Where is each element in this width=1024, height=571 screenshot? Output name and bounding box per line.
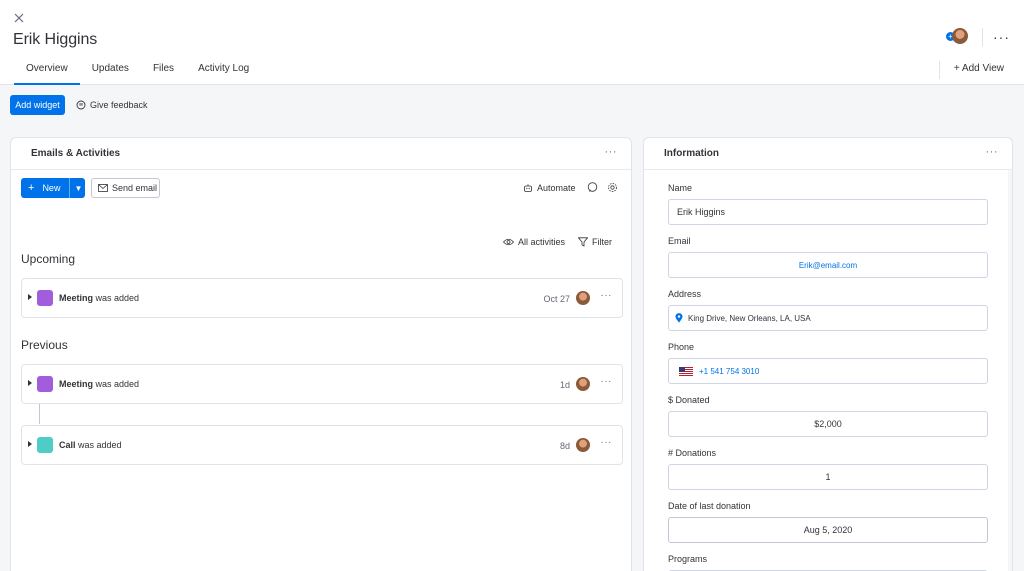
widget-more-button[interactable]: ··· xyxy=(986,146,999,158)
add-widget-button[interactable]: Add widget xyxy=(10,95,65,115)
donated-input[interactable]: $2,000 xyxy=(668,411,988,437)
mail-icon xyxy=(98,184,108,192)
programs-field: Programs xyxy=(668,554,988,571)
field-label: Name xyxy=(668,183,693,193)
calendar-icon xyxy=(37,290,53,306)
expand-caret-icon[interactable] xyxy=(28,441,32,447)
phone-input[interactable]: +1 541 754 3010 xyxy=(668,358,988,384)
tab-files[interactable]: Files xyxy=(141,56,186,85)
plus-icon: + xyxy=(28,182,35,194)
filter-label: Filter xyxy=(592,237,612,247)
tab-updates[interactable]: Updates xyxy=(80,56,141,85)
more-options-button[interactable]: ··· xyxy=(993,29,1010,45)
field-label: Address xyxy=(668,289,702,299)
give-feedback-label: Give feedback xyxy=(90,100,148,110)
gear-icon[interactable] xyxy=(607,182,618,193)
activity-more-button[interactable]: ··· xyxy=(601,437,613,448)
filter-icon xyxy=(578,237,588,247)
activity-date: 8d xyxy=(559,441,570,451)
location-pin-icon xyxy=(675,313,683,323)
subscribers-avatar[interactable]: + xyxy=(946,28,968,46)
activity-date: Oct 27 xyxy=(543,294,570,304)
chevron-down-icon[interactable]: ▼ xyxy=(74,184,82,193)
new-activity-button[interactable]: + New ▼ xyxy=(21,178,85,198)
information-widget: Information ··· Name Erik Higgins Email … xyxy=(643,137,1013,571)
item-header: Erik Higgins Overview Updates Files Acti… xyxy=(0,0,1024,85)
activity-card[interactable]: Meeting was added Oct 27 ··· xyxy=(21,278,623,318)
feedback-icon xyxy=(76,100,86,110)
chat-icon[interactable] xyxy=(587,182,598,193)
filter-button[interactable]: Filter xyxy=(578,237,612,247)
donations-count-field: # Donations 1 xyxy=(668,448,988,490)
activity-date: 1d xyxy=(559,380,570,390)
send-email-label: Send email xyxy=(112,183,158,193)
activity-more-button[interactable]: ··· xyxy=(601,290,613,301)
field-label: # Donations xyxy=(668,448,717,458)
activity-label: Call was added xyxy=(59,440,122,450)
last-donation-field: Date of last donation Aug 5, 2020 xyxy=(668,501,988,543)
address-field: Address King Drive, New Orleans, LA, USA xyxy=(668,289,988,331)
thread-connector xyxy=(39,404,40,424)
activity-card[interactable]: Meeting was added 1d ··· xyxy=(21,364,623,404)
field-label: Programs xyxy=(668,554,708,564)
widget-header: Information ··· xyxy=(644,138,1012,170)
activity-label: Meeting was added xyxy=(59,379,140,389)
field-label: $ Donated xyxy=(668,395,710,405)
email-field: Email Erik@email.com xyxy=(668,236,988,278)
last-donation-date-input[interactable]: Aug 5, 2020 xyxy=(668,517,988,543)
activity-label: Meeting was added xyxy=(59,293,140,303)
add-view-button[interactable]: + Add View xyxy=(954,63,1004,74)
calendar-icon xyxy=(37,376,53,392)
widget-title: Information xyxy=(664,148,719,159)
avatar xyxy=(952,28,968,44)
widget-more-button[interactable]: ··· xyxy=(605,146,618,158)
give-feedback-button[interactable]: Give feedback xyxy=(76,100,148,110)
name-field: Name Erik Higgins xyxy=(668,183,988,225)
automate-label: Automate xyxy=(537,183,576,193)
expand-caret-icon[interactable] xyxy=(28,380,32,386)
divider xyxy=(939,61,940,79)
tab-activity-log[interactable]: Activity Log xyxy=(186,56,261,85)
previous-heading: Previous xyxy=(21,338,68,352)
scrollbar[interactable] xyxy=(1008,170,1012,571)
field-label: Date of last donation xyxy=(668,501,751,511)
divider xyxy=(69,178,71,198)
donated-field: $ Donated $2,000 xyxy=(668,395,988,437)
widget-header: Emails & Activities ··· xyxy=(11,138,631,170)
donations-count-input[interactable]: 1 xyxy=(668,464,988,490)
divider xyxy=(982,28,983,46)
email-input[interactable]: Erik@email.com xyxy=(668,252,988,278)
tab-bar: Overview Updates Files Activity Log xyxy=(14,56,261,85)
expand-caret-icon[interactable] xyxy=(28,294,32,300)
page-title: Erik Higgins xyxy=(13,31,98,48)
avatar xyxy=(576,377,590,391)
all-activities-label: All activities xyxy=(518,237,566,247)
new-label: New xyxy=(42,183,61,193)
emails-activities-widget: Emails & Activities ··· + New ▼ Send ema… xyxy=(10,137,632,571)
send-email-button[interactable]: Send email xyxy=(91,178,160,198)
phone-value: +1 541 754 3010 xyxy=(699,366,760,376)
automate-button[interactable]: Automate xyxy=(523,183,576,193)
headset-icon xyxy=(37,437,53,453)
address-value: King Drive, New Orleans, LA, USA xyxy=(688,313,811,323)
phone-field: Phone +1 541 754 3010 xyxy=(668,342,988,384)
activity-card[interactable]: Call was added 8d ··· xyxy=(21,425,623,465)
field-label: Email xyxy=(668,236,691,246)
eye-icon xyxy=(503,238,514,246)
tab-overview[interactable]: Overview xyxy=(14,56,80,85)
widget-title: Emails & Activities xyxy=(31,148,121,159)
avatar xyxy=(576,438,590,452)
all-activities-toggle[interactable]: All activities xyxy=(503,237,565,247)
upcoming-heading: Upcoming xyxy=(21,252,76,266)
us-flag-icon xyxy=(679,366,693,376)
name-input[interactable]: Erik Higgins xyxy=(668,199,988,225)
avatar xyxy=(576,291,590,305)
activity-more-button[interactable]: ··· xyxy=(601,376,613,387)
header-actions: + ··· xyxy=(946,28,1010,46)
robot-icon xyxy=(524,184,532,192)
field-label: Phone xyxy=(668,342,695,352)
address-input[interactable]: King Drive, New Orleans, LA, USA xyxy=(668,305,988,331)
close-icon[interactable] xyxy=(12,11,26,25)
